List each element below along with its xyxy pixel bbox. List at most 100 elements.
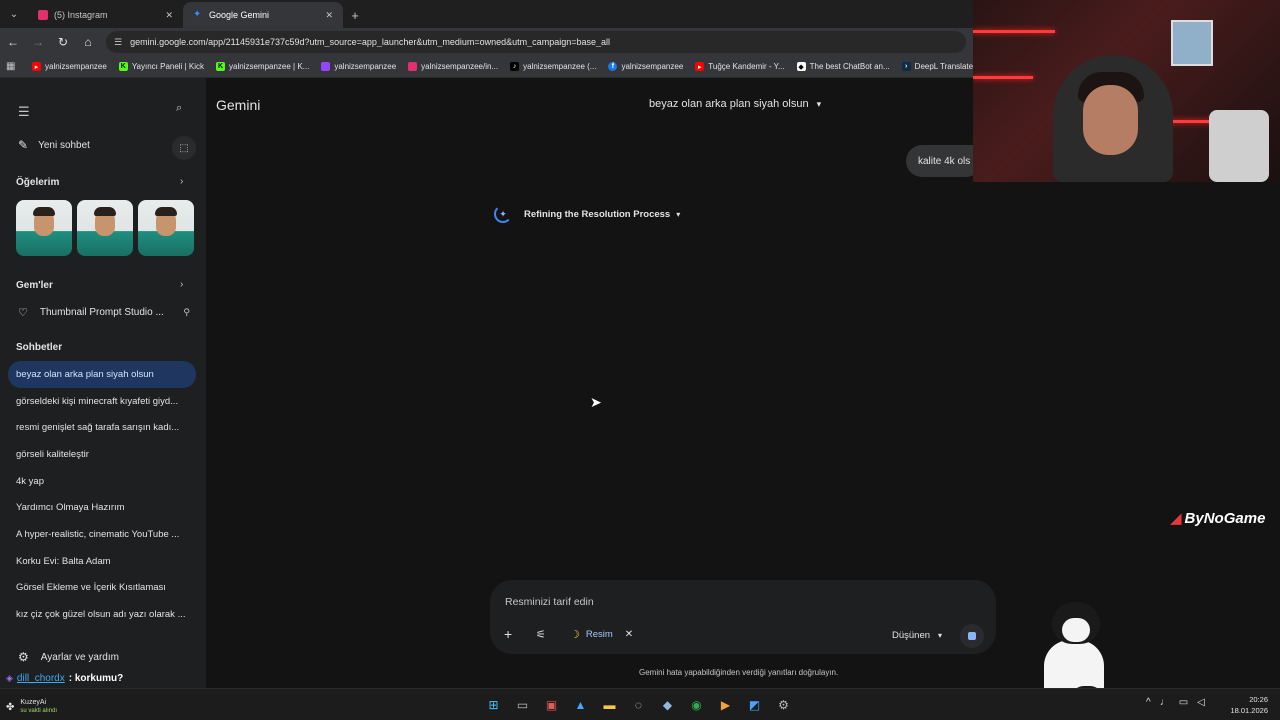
chevron-right-icon[interactable]: ›	[180, 176, 183, 187]
chat-item[interactable]: 4k yap	[8, 468, 196, 495]
pin-icon[interactable]: ⚲	[183, 307, 190, 318]
bookmark[interactable]: K Yayıncı Paneli | Kick	[118, 62, 204, 71]
gem-label: Thumbnail Prompt Studio ...	[39, 307, 164, 318]
close-tab-icon[interactable]: ✕	[325, 10, 333, 21]
menu-icon[interactable]: ☰	[18, 104, 30, 120]
chat-item[interactable]: beyaz olan arka plan siyah olsun	[8, 361, 196, 388]
bookmark-label: yalnizsempanzee | K...	[229, 62, 310, 71]
chatbot-icon: ◆	[796, 62, 806, 71]
snipping-tool-icon[interactable]: ▣	[540, 693, 563, 717]
chrome-icon[interactable]: ◉	[685, 693, 708, 717]
weather-widget[interactable]: ✤ KuzeyAi su vakti alındı	[6, 698, 57, 716]
image-tool-label: Resim	[585, 629, 613, 640]
chevron-up-icon[interactable]: ^	[1146, 697, 1151, 708]
add-icon[interactable]: +	[504, 626, 512, 642]
site-info-icon[interactable]: ☰	[114, 37, 122, 48]
kick-icon: K	[216, 62, 225, 71]
back-button[interactable]: ←	[1, 30, 25, 54]
chat-item[interactable]: Görsel Ekleme ve İçerik Kısıtlaması	[8, 575, 196, 602]
file-explorer-icon[interactable]: ▬	[598, 693, 621, 717]
close-icon[interactable]: ✕	[625, 629, 633, 640]
weather-subtitle: su vakti alındı	[20, 708, 58, 714]
mode-label: Düşünen	[892, 630, 931, 641]
tools-icon[interactable]: ⚟	[536, 628, 546, 641]
chat-badge-icon: ◈	[6, 673, 13, 683]
twitch-icon	[321, 62, 331, 71]
steam-icon[interactable]: ◆	[656, 693, 679, 717]
item-thumbnail[interactable]	[16, 200, 72, 256]
address-bar[interactable]: ☰ gemini.google.com/app/21145931e737c59d…	[106, 31, 966, 53]
stop-button[interactable]	[960, 624, 984, 648]
item-thumbnail[interactable]	[77, 200, 133, 256]
settings-button[interactable]: ⚙ Ayarlar ve yardım	[18, 650, 119, 664]
bookmark[interactable]: ▸ yalnizsempanzee	[32, 62, 107, 71]
items-heading[interactable]: Öğelerim	[16, 177, 59, 188]
bookmark[interactable]: ▸ Tuğçe Kandemir - Y...	[695, 62, 785, 71]
bookmark[interactable]: Kyalnizsempanzee | K...	[216, 62, 309, 71]
task-view-icon[interactable]: ▭	[511, 693, 534, 717]
bookmark[interactable]: f yalnizsempanzee	[608, 62, 683, 71]
paint-icon[interactable]: ◩	[743, 693, 766, 717]
bookmark-label: yalnizsempanzee (...	[523, 62, 597, 71]
new-chat-button[interactable]: ✎ Yeni sohbet	[18, 138, 90, 152]
taskbar: ✤ KuzeyAi su vakti alındı ⊞ ▭ ▣ ▲ ▬ ◌ ◆ …	[0, 688, 1280, 720]
start-icon[interactable]: ⊞	[482, 693, 505, 717]
image-tool-chip[interactable]: ☽ Resim ✕	[570, 628, 633, 641]
bookmark[interactable]: yalnizsempanzee/in...	[408, 62, 498, 71]
bookmark-label: The best ChatBot an...	[809, 62, 890, 71]
tab-gemini[interactable]: ✦ Google Gemini ✕	[183, 2, 343, 28]
chat-item[interactable]: Yardımcı Olmaya Hazırım	[8, 494, 196, 521]
bookmark[interactable]: ♪ yalnizsempanzee (...	[510, 62, 596, 71]
bookmark-label: Yayıncı Paneli | Kick	[131, 62, 204, 71]
chevron-right-icon[interactable]: ›	[180, 279, 183, 290]
search-icon[interactable]: ⌕	[176, 102, 182, 115]
photos-icon[interactable]: ▲	[569, 693, 592, 717]
prompt-input[interactable]: Resminizi tarif edin	[505, 596, 594, 608]
stop-icon	[968, 632, 976, 640]
instagram-icon	[38, 10, 48, 20]
chat-text: : korkumu?	[68, 673, 124, 684]
bookmark[interactable]: ◆ The best ChatBot an...	[796, 62, 890, 71]
microphone-icon[interactable]: ♩	[1160, 697, 1170, 708]
bookmark-label: yalnizsempanzee	[45, 62, 107, 71]
chat-item[interactable]: A hyper-realistic, cinematic YouTube ...	[8, 521, 196, 548]
forward-button[interactable]: →	[26, 30, 50, 54]
new-tab-button[interactable]: +	[343, 2, 367, 28]
sidebar: ☰ ⌕ ✎ Yeni sohbet ⬚ Öğelerim › Gem'ler ›…	[0, 78, 206, 688]
temporary-chat-icon[interactable]: ⬚	[172, 136, 196, 160]
chat-title: beyaz olan arka plan siyah olsun	[649, 98, 809, 110]
gem-item[interactable]: ♡ Thumbnail Prompt Studio ... ⚲	[18, 306, 190, 319]
capture-icon[interactable]: ◌	[627, 693, 650, 717]
chat-item[interactable]: kız çiz çok güzel olsun adı yazı olarak …	[8, 601, 196, 628]
gems-heading[interactable]: Gem'ler	[16, 280, 53, 291]
close-tab-icon[interactable]: ✕	[165, 10, 173, 21]
bookmark[interactable]: yalnizsempanzee	[321, 62, 396, 71]
chat-item[interactable]: resmi genişlet sağ tarafa sarışın kadı..…	[8, 414, 196, 441]
chat-item[interactable]: görseli kaliteleştir	[8, 441, 196, 468]
prompt-box[interactable]: Resminizi tarif edin + ⚟ ☽ Resim ✕ Düşün…	[490, 580, 996, 654]
clock[interactable]: 20:26 18.01.2026	[1228, 694, 1268, 716]
bookmark[interactable]: › DeepL Translate	[901, 62, 973, 71]
chat-item[interactable]: görseldeki kişi minecraft kıyafeti giyd.…	[8, 388, 196, 415]
thinking-toggle[interactable]: ✦ Refining the Resolution Process ▾	[494, 205, 680, 223]
logo-text: ByNoGame	[1184, 509, 1266, 527]
deepl-icon: ›	[901, 62, 911, 71]
gemini-spark-icon: ✦	[494, 205, 512, 223]
home-button[interactable]: ⌂	[76, 30, 100, 54]
settings-app-icon[interactable]: ⚙	[772, 693, 795, 717]
chat-list: beyaz olan arka plan siyah olsun görseld…	[8, 361, 196, 628]
chevron-down-icon: ▾	[676, 209, 681, 219]
tab-search-icon[interactable]: ⌄	[0, 0, 28, 28]
network-icon[interactable]: ▭	[1179, 697, 1188, 708]
chat-item[interactable]: Korku Evi: Balta Adam	[8, 548, 196, 575]
user-message: kalite 4k ols	[906, 145, 983, 177]
item-thumbnail[interactable]	[138, 200, 194, 256]
tab-instagram[interactable]: (5) Instagram ✕	[28, 2, 183, 28]
reload-button[interactable]: ↻	[51, 30, 75, 54]
media-player-icon[interactable]: ▶	[714, 693, 737, 717]
chat-title-dropdown[interactable]: beyaz olan arka plan siyah olsun ▾	[649, 98, 821, 110]
mode-selector[interactable]: Düşünen ▾	[892, 630, 942, 641]
volume-icon[interactable]: ◁	[1197, 697, 1205, 708]
apps-grid-icon[interactable]: ▦	[6, 61, 18, 72]
taskbar-apps: ⊞ ▭ ▣ ▲ ▬ ◌ ◆ ◉ ▶ ◩ ⚙	[482, 693, 795, 717]
